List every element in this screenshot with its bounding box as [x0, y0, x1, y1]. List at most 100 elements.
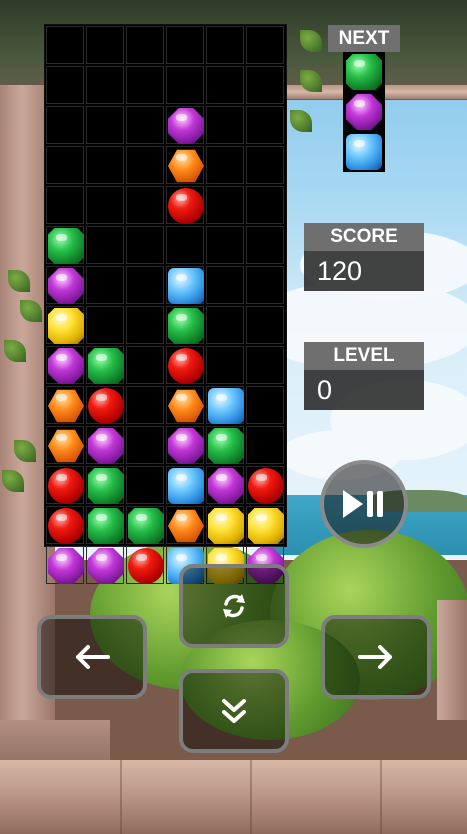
level-label: LEVEL — [304, 342, 424, 370]
board-cell — [246, 266, 284, 304]
board-cell — [206, 466, 244, 504]
double-chevron-down-icon — [222, 699, 246, 723]
move-right-button[interactable] — [321, 615, 431, 699]
orange-gem — [168, 149, 204, 183]
board-cell — [206, 506, 244, 544]
purple-gem — [48, 348, 84, 384]
play-pause-button[interactable] — [320, 460, 408, 548]
board-cell — [46, 386, 84, 424]
level-value: 0 — [304, 370, 424, 410]
board-cell — [126, 426, 164, 464]
red-gem — [128, 548, 164, 584]
board-cell — [166, 306, 204, 344]
board-cell — [126, 386, 164, 424]
next-blue-gem — [346, 134, 382, 170]
board-cell — [126, 66, 164, 104]
board-cell — [46, 426, 84, 464]
board-cell — [166, 506, 204, 544]
board-cell — [246, 306, 284, 344]
board-cell — [126, 26, 164, 64]
play-pause-icon — [343, 490, 383, 518]
board-cell — [206, 426, 244, 464]
board-cell — [246, 386, 284, 424]
board-cell — [166, 466, 204, 504]
orange-gem — [168, 389, 204, 423]
pillar-right — [437, 600, 467, 720]
board-cell — [46, 66, 84, 104]
rotate-button[interactable] — [179, 564, 289, 648]
board-cell — [206, 186, 244, 224]
board-cell — [166, 106, 204, 144]
board-cell — [86, 26, 124, 64]
board-cell — [46, 506, 84, 544]
board-cell — [246, 226, 284, 264]
red-gem — [48, 468, 84, 504]
purple-gem — [168, 428, 204, 464]
yellow-gem — [248, 508, 284, 544]
red-gem — [88, 388, 124, 424]
next-purple-gem — [346, 94, 382, 130]
green-gem — [128, 508, 164, 544]
purple-gem — [88, 428, 124, 464]
board-cell — [86, 146, 124, 184]
board-cell — [126, 266, 164, 304]
board-cell — [86, 346, 124, 384]
board-cell — [166, 266, 204, 304]
board-cell — [86, 66, 124, 104]
board-cell — [246, 106, 284, 144]
yellow-gem — [48, 308, 84, 344]
board-cell — [86, 306, 124, 344]
green-gem — [88, 348, 124, 384]
board-cell — [206, 26, 244, 64]
floor-joint — [250, 760, 252, 834]
board-cell — [86, 466, 124, 504]
board-cell — [166, 386, 204, 424]
red-gem — [168, 188, 204, 224]
board-cell — [206, 106, 244, 144]
floor-joint — [120, 760, 122, 834]
floor-joint — [380, 760, 382, 834]
orange-gem — [48, 429, 84, 463]
floor — [0, 760, 467, 834]
board-cell — [126, 506, 164, 544]
red-gem — [248, 468, 284, 504]
green-gem — [208, 428, 244, 464]
board-cell — [166, 226, 204, 264]
board-cell — [46, 466, 84, 504]
board-cell — [246, 466, 284, 504]
board-cell — [126, 346, 164, 384]
board-cell — [246, 66, 284, 104]
orange-gem — [48, 389, 84, 423]
board-cell — [166, 26, 204, 64]
board-cell — [166, 146, 204, 184]
green-gem — [168, 308, 204, 344]
next-piece-preview — [343, 52, 385, 172]
board-cell — [46, 186, 84, 224]
board-cell — [126, 546, 164, 584]
blue-gem — [168, 468, 204, 504]
board-cell — [206, 266, 244, 304]
board-cell — [166, 66, 204, 104]
board-cell — [206, 346, 244, 384]
board-cell — [126, 106, 164, 144]
score-label: SCORE — [304, 223, 424, 251]
board-cell — [126, 146, 164, 184]
board-cell — [86, 186, 124, 224]
board-cell — [166, 426, 204, 464]
next-green-gem — [346, 54, 382, 90]
board-cell — [126, 226, 164, 264]
board-cell — [86, 426, 124, 464]
drop-button[interactable] — [179, 669, 289, 753]
orange-gem — [168, 509, 204, 543]
red-gem — [168, 348, 204, 384]
board-cell — [46, 106, 84, 144]
board-cell — [46, 26, 84, 64]
board-cell — [206, 146, 244, 184]
blue-gem — [168, 268, 204, 304]
arrow-right-icon — [358, 645, 392, 669]
board-cell — [206, 226, 244, 264]
move-left-button[interactable] — [37, 615, 147, 699]
board-cell — [46, 226, 84, 264]
board-cell — [86, 506, 124, 544]
purple-gem — [48, 548, 84, 584]
